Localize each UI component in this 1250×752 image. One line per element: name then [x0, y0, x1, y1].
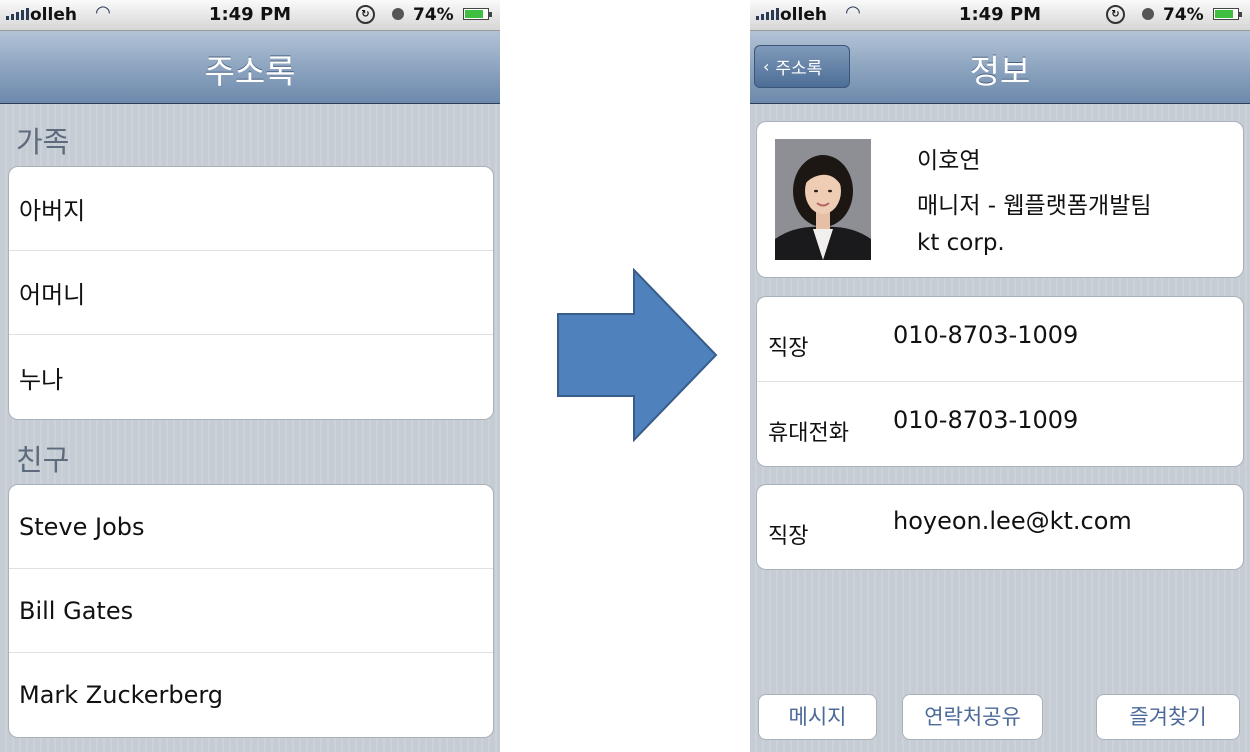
battery-icon	[1213, 8, 1242, 20]
status-bar: olleh ◠ 1:49 PM ↻ 74%	[0, 0, 500, 31]
add-favorite-button[interactable]: 즐겨찾기	[1096, 694, 1240, 740]
contact-company: kt corp.	[917, 230, 1005, 256]
navigation-bar: ‹ 주소록 정보	[750, 31, 1250, 104]
phone-label: 휴대전화	[768, 421, 849, 446]
message-button[interactable]: 메시지	[758, 694, 877, 740]
battery-percent: 74%	[413, 5, 454, 25]
email-address: hoyeon.lee@kt.com	[893, 507, 1132, 535]
phone-label: 직장	[768, 336, 809, 361]
contact-info-screen: olleh ◠ 1:49 PM ↻ 74% ‹ 주소록 정보 이호연 매니저 -…	[750, 0, 1250, 752]
list-item[interactable]: 어머니	[9, 251, 493, 335]
page-title: 주소록	[204, 52, 296, 91]
list-item[interactable]: Bill Gates	[9, 569, 493, 653]
alarm-icon	[1142, 8, 1154, 20]
phone-group: 직장 010-8703-1009 휴대전화 010-8703-1009	[756, 296, 1244, 467]
page-title: 정보	[969, 52, 1031, 91]
list-item[interactable]: Mark Zuckerberg	[9, 653, 493, 737]
battery-fill	[1215, 10, 1233, 18]
list-item[interactable]: Steve Jobs	[9, 485, 493, 569]
navigation-bar: 주소록	[0, 31, 500, 104]
email-label: 직장	[768, 524, 809, 549]
phone-row-mobile[interactable]: 휴대전화 010-8703-1009	[757, 382, 1243, 466]
address-book-screen: olleh ◠ 1:49 PM ↻ 74% 주소록 가족 아버지 어머니 누나 …	[0, 0, 500, 752]
status-bar: olleh ◠ 1:49 PM ↻ 74%	[750, 0, 1250, 31]
orientation-lock-icon: ↻	[1106, 5, 1125, 24]
list-item[interactable]: 아버지	[9, 167, 493, 251]
contact-position: 매니저 - 웹플랫폼개발팀	[917, 193, 1152, 219]
family-list: 아버지 어머니 누나	[8, 166, 494, 420]
section-header-friends: 친구	[16, 443, 70, 477]
friends-list: Steve Jobs Bill Gates Mark Zuckerberg	[8, 484, 494, 738]
alarm-icon	[392, 8, 404, 20]
contact-name: 이호연	[917, 148, 981, 174]
battery-icon	[463, 8, 492, 20]
right-arrow-icon	[557, 268, 718, 442]
email-row-work[interactable]: 직장 hoyeon.lee@kt.com	[757, 485, 1243, 569]
orientation-lock-icon: ↻	[356, 5, 375, 24]
email-group: 직장 hoyeon.lee@kt.com	[756, 484, 1244, 570]
phone-number: 010-8703-1009	[893, 321, 1079, 349]
list-item[interactable]: 누나	[9, 335, 493, 419]
contact-photo	[775, 139, 871, 260]
phone-number: 010-8703-1009	[893, 406, 1079, 434]
profile-card: 이호연 매니저 - 웹플랫폼개발팀 kt corp.	[756, 121, 1244, 278]
section-header-family: 가족	[16, 125, 70, 159]
phone-row-work[interactable]: 직장 010-8703-1009	[757, 297, 1243, 382]
battery-percent: 74%	[1163, 5, 1204, 25]
battery-fill	[465, 10, 483, 18]
share-contact-button[interactable]: 연락처공유	[902, 694, 1043, 740]
